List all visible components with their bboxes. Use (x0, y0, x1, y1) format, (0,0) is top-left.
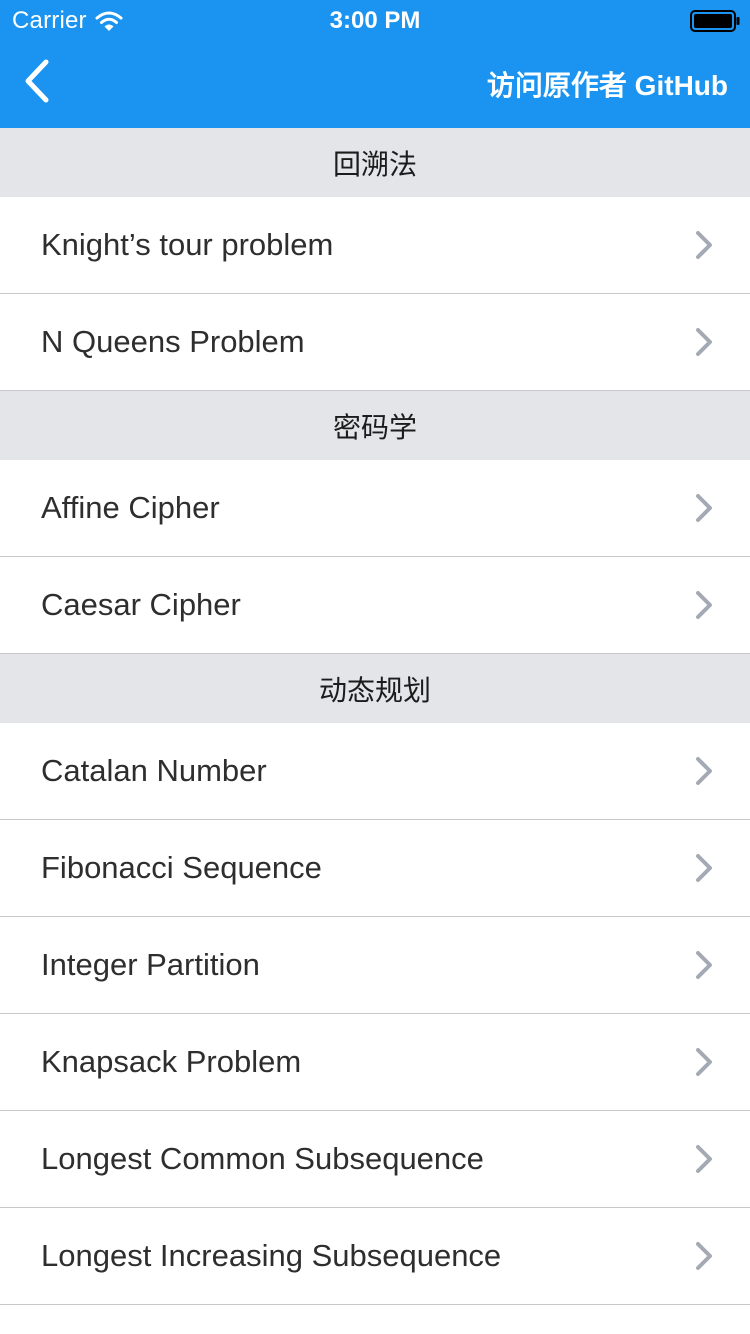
back-button[interactable] (10, 54, 64, 108)
list-item[interactable]: Knapsack Problem (0, 1014, 750, 1111)
list-item[interactable]: Affine Cipher (0, 460, 750, 557)
chevron-right-icon (696, 231, 712, 259)
screen: Carrier 3:00 PM 访问原作者 GitHub 回溯法 Knight’… (0, 0, 750, 1334)
section-header: 回溯法 (0, 128, 750, 197)
chevron-right-icon (696, 1242, 712, 1270)
status-time: 3:00 PM (329, 7, 421, 34)
chevron-right-icon (696, 757, 712, 785)
list-item-label: Longest Common Subsequence (41, 1141, 484, 1176)
top-bar: Carrier 3:00 PM 访问原作者 GitHub (0, 0, 750, 128)
list-item-label: Knapsack Problem (41, 1044, 302, 1079)
list-item[interactable]: Fibonacci Sequence (0, 820, 750, 917)
battery-icon (690, 10, 740, 32)
visit-author-github-link[interactable]: 访问原作者 GitHub (487, 64, 728, 104)
list-item-label: Caesar Cipher (41, 587, 241, 622)
list-item[interactable]: N Queens Problem (0, 294, 750, 391)
list-item-label: Integer Partition (41, 947, 260, 982)
section-header: 密码学 (0, 391, 750, 460)
chevron-right-icon (696, 1145, 712, 1173)
list-item-label: Affine Cipher (41, 490, 220, 525)
section-header: 动态规划 (0, 654, 750, 723)
list-item[interactable]: Catalan Number (0, 723, 750, 820)
list-item[interactable]: Integer Partition (0, 917, 750, 1014)
chevron-right-icon (696, 951, 712, 979)
chevron-left-icon (25, 59, 49, 103)
chevron-right-icon (696, 1048, 712, 1076)
status-bar: Carrier 3:00 PM (0, 0, 750, 40)
chevron-right-icon (696, 854, 712, 882)
navigation-bar: 访问原作者 GitHub (0, 40, 750, 128)
algorithm-list: 回溯法 Knight’s tour problem N Queens Problem… (0, 128, 750, 1305)
list-item[interactable]: Longest Common Subsequence (0, 1111, 750, 1208)
list-item-label: Fibonacci Sequence (41, 850, 322, 885)
list-item-label: Catalan Number (41, 753, 267, 788)
chevron-right-icon (696, 591, 712, 619)
list-item-label: N Queens Problem (41, 324, 305, 359)
chevron-right-icon (696, 328, 712, 356)
list-item[interactable]: Knight’s tour problem (0, 197, 750, 294)
chevron-right-icon (696, 494, 712, 522)
list-item-label: Knight’s tour problem (41, 227, 334, 262)
list-item-label: Longest Increasing Subsequence (41, 1238, 502, 1273)
list-item[interactable]: Caesar Cipher (0, 557, 750, 654)
list-item[interactable]: Longest Increasing Subsequence (0, 1208, 750, 1305)
